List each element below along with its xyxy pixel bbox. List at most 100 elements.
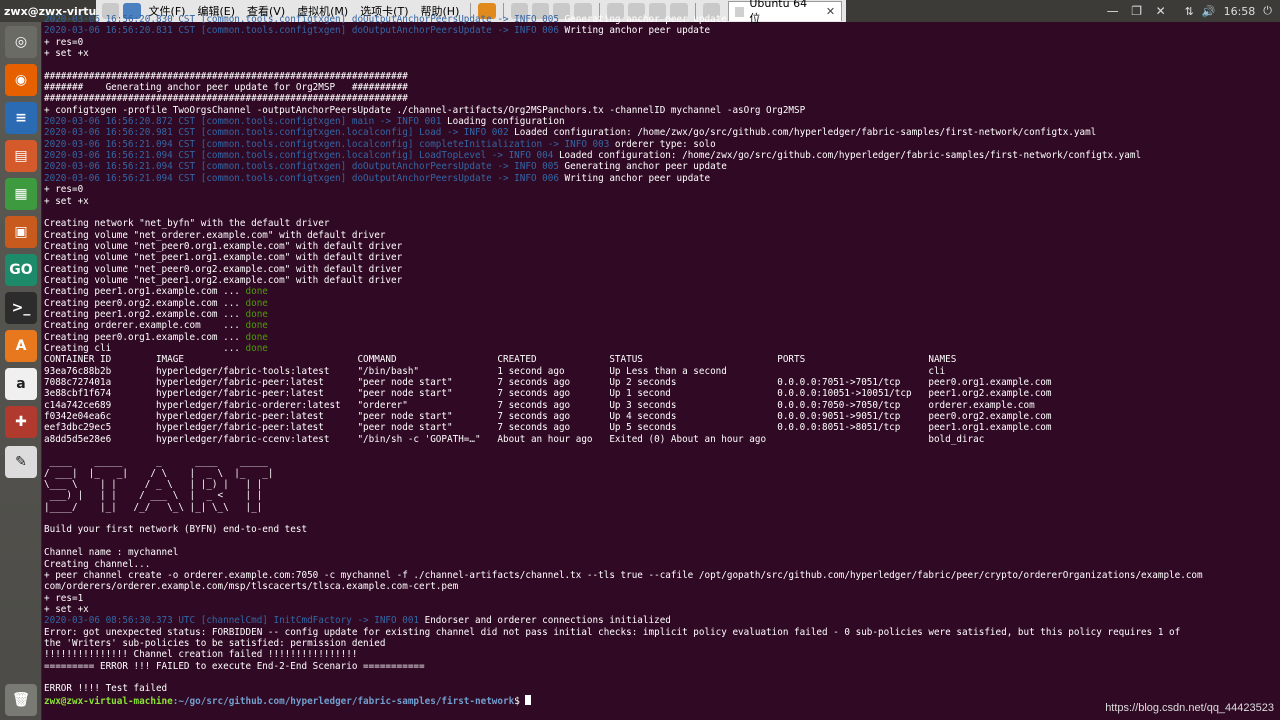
text-cursor	[525, 694, 532, 705]
trash-icon[interactable]: 🗑	[5, 684, 37, 716]
terminal-text: f0342e04ea6c hyperledger/fabric-peer:lat…	[44, 411, 1052, 423]
terminal-line: eef3dbc29ec5 hyperledger/fabric-peer:lat…	[44, 422, 1280, 433]
amazon-icon[interactable]: a	[5, 368, 37, 400]
terminal-line: + res=0	[44, 37, 1280, 48]
terminal-text: Creating volume "net_peer1.org2.example.…	[44, 274, 403, 286]
libreoffice-calc-icon[interactable]: ▦	[5, 178, 37, 210]
terminal-text: eef3dbc29ec5 hyperledger/fabric-peer:lat…	[44, 422, 1052, 434]
terminal-text: Loading configuration	[441, 116, 565, 128]
terminal-line: + set +x	[44, 604, 1280, 615]
terminal-line: Creating orderer.example.com ... done	[44, 320, 1280, 331]
terminal-line: 93ea76c88b2b hyperledger/fabric-tools:la…	[44, 366, 1280, 377]
terminal-line: ========= ERROR !!! FAILED to execute En…	[44, 661, 1280, 672]
dash-icon[interactable]: ◎	[5, 26, 37, 58]
libreoffice-writer-icon[interactable]: ≡	[5, 102, 37, 134]
terminal-line: CONTAINER ID IMAGE COMMAND CREATED STATU…	[44, 354, 1280, 365]
terminal-text: 7088c727401a hyperledger/fabric-peer:lat…	[44, 377, 1052, 388]
libreoffice-impress-icon[interactable]: ▣	[5, 216, 37, 248]
terminal-text: CONTAINER ID IMAGE COMMAND CREATED STATU…	[44, 354, 957, 366]
terminal-text: ========= ERROR !!! FAILED to execute En…	[44, 660, 425, 672]
terminal-text: + set +x	[44, 195, 89, 207]
terminal-line: Creating volume "net_peer1.org1.example.…	[44, 252, 1280, 263]
terminal-line: ########################################…	[44, 71, 1280, 82]
log-prefix: 2020-03-06 16:56:21.094 CST [common.tool…	[44, 161, 559, 173]
terminal-line: + configtxgen -profile TwoOrgsChannel -o…	[44, 105, 1280, 116]
terminal-icon[interactable]: >_	[5, 292, 37, 324]
terminal-text: + peer channel create -o orderer.example…	[44, 569, 1203, 581]
terminal-line: \___ \ | | / _ \ | |_) | | |	[44, 479, 1280, 490]
terminal-line: Creating network "net_byfn" with the def…	[44, 218, 1280, 229]
status-done: done	[245, 320, 268, 332]
terminal-text: Creating peer1.org1.example.com ...	[44, 286, 246, 298]
log-prefix: 2020-03-06 16:56:21.094 CST [common.tool…	[44, 172, 559, 184]
terminal-line: Creating peer1.org2.example.com ... done	[44, 309, 1280, 320]
terminal-line: |____/ |_| /_/ \_\ |_| \_\ |_|	[44, 502, 1280, 513]
terminal-line: Creating volume "net_peer0.org1.example.…	[44, 241, 1280, 252]
terminal-line: Creating volume "net_peer1.org2.example.…	[44, 275, 1280, 286]
log-prefix: 2020-03-06 16:56:21.094 CST [common.tool…	[44, 138, 610, 150]
terminal-text: Loaded configuration: /home/zwx/go/src/g…	[553, 150, 1142, 162]
terminal-line: 3e88cbf1f674 hyperledger/fabric-peer:lat…	[44, 388, 1280, 399]
terminal-line: com/orderers/orderer.example.com/msp/tls…	[44, 581, 1280, 592]
terminal-line: c14a742ce689 hyperledger/fabric-orderer:…	[44, 400, 1280, 411]
terminal-text: + res=0	[44, 36, 84, 48]
terminal-line: ERROR !!!! Test failed	[44, 683, 1280, 694]
terminal-text: !!!!!!!!!!!!!!! Channel creation failed …	[44, 649, 358, 661]
terminal-line: 2020-03-06 16:56:20.830 CST [common.tool…	[44, 14, 1280, 25]
terminal-text: + configtxgen -profile TwoOrgsChannel -o…	[44, 104, 806, 116]
terminal-line: 2020-03-06 16:56:21.094 CST [common.tool…	[44, 161, 1280, 172]
unity-launcher: ◎ ◉ ≡ ▤ ▦ ▣ GO >_ Aa ✚ ✎ 🗑	[0, 22, 42, 720]
goland-icon[interactable]: GO	[5, 254, 37, 286]
terminal-text: ########################################…	[44, 93, 408, 105]
software-center-icon[interactable]: A	[5, 330, 37, 362]
terminal-text: Creating orderer.example.com ...	[44, 320, 246, 332]
terminal-line: Creating peer1.org1.example.com ... done	[44, 286, 1280, 297]
terminal-line: 2020-03-06 16:56:21.094 CST [common.tool…	[44, 150, 1280, 161]
terminal-line: Creating volume "net_peer0.org2.example.…	[44, 264, 1280, 275]
terminal-text: ___) | | | / ___ \ | _ < | |	[44, 490, 274, 502]
files-icon[interactable]: ▤	[5, 140, 37, 172]
terminal-text: Creating cli ...	[44, 342, 246, 354]
terminal-line: ########################################…	[44, 93, 1280, 104]
terminal-line: Build your first network (BYFN) end-to-e…	[44, 524, 1280, 535]
terminal-line: Creating cli ... done	[44, 343, 1280, 354]
text-editor-icon[interactable]: ✎	[5, 446, 37, 478]
terminal-line: 2020-03-06 16:56:20.981 CST [common.tool…	[44, 127, 1280, 138]
terminal-text: ####### Generating anchor peer update fo…	[44, 82, 408, 94]
terminal-text: Creating channel...	[44, 558, 151, 570]
terminal-line: Creating channel...	[44, 559, 1280, 570]
terminal-text: Writing anchor peer update	[558, 25, 711, 37]
terminal-text: Endorser and orderer connections initial…	[419, 615, 671, 627]
status-done: done	[245, 342, 268, 354]
terminal-text: Creating peer1.org2.example.com ...	[44, 308, 246, 320]
log-prefix: 2020-03-06 16:56:20.831 CST [common.tool…	[44, 25, 559, 37]
terminal-line: Creating peer0.org2.example.com ... done	[44, 298, 1280, 309]
terminal-text: a8dd5d5e28e6 hyperledger/fabric-ccenv:la…	[44, 433, 985, 445]
log-prefix: 2020-03-06 16:56:20.830 CST [common.tool…	[44, 14, 559, 25]
terminal-text: |____/ |_| /_/ \_\ |_| \_\ |_|	[44, 501, 274, 513]
terminal-line: Channel name : mychannel	[44, 547, 1280, 558]
terminal-text: ########################################…	[44, 70, 408, 82]
log-prefix: 2020-03-06 16:56:20.981 CST [common.tool…	[44, 127, 509, 139]
terminal-line: 2020-03-06 16:56:21.094 CST [common.tool…	[44, 139, 1280, 150]
terminal-text: ____ _____ _ ____ _____	[44, 456, 274, 468]
system-settings-icon[interactable]: ✚	[5, 406, 37, 438]
shell-prompt[interactable]: zwx@zwx-virtual-machine:~/go/src/github.…	[44, 694, 1280, 707]
terminal-text: the 'Writers' sub-policies to be satisfi…	[44, 637, 386, 649]
terminal-text: Creating peer0.org1.example.com ...	[44, 331, 246, 343]
terminal-text: Generating anchor peer update	[558, 161, 727, 173]
log-prefix: 2020-03-06 16:56:20.872 CST [common.tool…	[44, 116, 442, 128]
terminal-line: / ___| |_ _| / \ | _ \ |_ _|	[44, 468, 1280, 479]
terminal-line: + peer channel create -o orderer.example…	[44, 570, 1280, 581]
terminal-line: 7088c727401a hyperledger/fabric-peer:lat…	[44, 377, 1280, 388]
terminal-line: !!!!!!!!!!!!!!! Channel creation failed …	[44, 649, 1280, 660]
terminal-output[interactable]: 2020-03-06 16:56:20.830 CST [common.tool…	[42, 14, 1280, 720]
prompt-symbol: $	[514, 695, 526, 707]
firefox-icon[interactable]: ◉	[5, 64, 37, 96]
terminal-line: 2020-03-06 08:56:30.373 UTC [channelCmd]…	[44, 615, 1280, 626]
terminal-line: 2020-03-06 16:56:21.094 CST [common.tool…	[44, 173, 1280, 184]
